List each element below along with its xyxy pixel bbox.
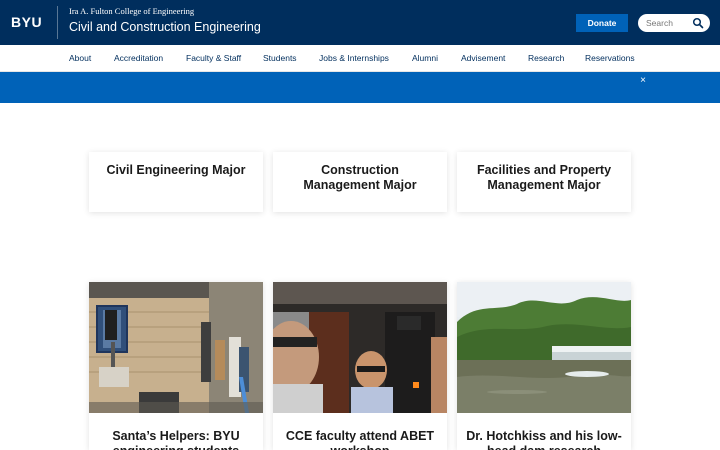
news-card-abet-workshop[interactable]: CCE faculty attend ABET workshop <box>273 282 447 450</box>
main-nav: About Accreditation Faculty & Staff Stud… <box>0 45 720 72</box>
major-card-civil[interactable]: Civil Engineering Major <box>89 152 263 212</box>
nav-item-students[interactable]: Students <box>263 53 297 63</box>
nav-item-reservations[interactable]: Reservations <box>585 53 635 63</box>
major-card-facilities[interactable]: Facilities and Property Management Major <box>457 152 631 212</box>
nav-item-research[interactable]: Research <box>528 53 564 63</box>
header-divider <box>57 6 58 39</box>
search-box[interactable] <box>638 14 710 32</box>
news-card-santas-helpers[interactable]: Santa’s Helpers: BYU engineering student… <box>89 282 263 450</box>
nav-item-alumni[interactable]: Alumni <box>412 53 438 63</box>
major-card-title: Civil Engineering Major <box>106 163 246 177</box>
search-input[interactable] <box>646 17 694 29</box>
nav-item-accreditation[interactable]: Accreditation <box>114 53 163 63</box>
news-card-low-head-dam[interactable]: Dr. Hotchkiss and his low-head dam resea… <box>457 282 631 450</box>
college-name[interactable]: Ira A. Fulton College of Engineering <box>69 6 194 16</box>
department-title[interactable]: Civil and Construction Engineering <box>69 20 261 34</box>
major-card-title: Facilities and Property Management Major <box>476 163 612 192</box>
news-image-house-volunteers[interactable] <box>89 282 263 413</box>
alert-banner: × <box>0 72 720 103</box>
news-image-low-head-dam[interactable] <box>457 282 631 413</box>
close-icon[interactable]: × <box>637 75 649 87</box>
nav-item-advisement[interactable]: Advisement <box>461 53 505 63</box>
news-card-title: Santa’s Helpers: BYU engineering student… <box>112 429 240 450</box>
news-card-title: CCE faculty attend ABET workshop <box>285 429 435 450</box>
site-header: BYU Ira A. Fulton College of Engineering… <box>0 0 720 45</box>
major-card-construction[interactable]: Construction Management Major <box>273 152 447 212</box>
donate-button[interactable]: Donate <box>576 14 628 32</box>
major-card-title: Construction Management Major <box>303 163 417 192</box>
news-card-title: Dr. Hotchkiss and his low-head dam resea… <box>466 429 622 450</box>
news-image-faculty-selfie[interactable] <box>273 282 447 413</box>
nav-item-faculty-staff[interactable]: Faculty & Staff <box>186 53 241 63</box>
nav-item-jobs-internships[interactable]: Jobs & Internships <box>319 53 389 63</box>
search-icon[interactable] <box>692 17 704 29</box>
byu-logo[interactable]: BYU <box>11 14 42 30</box>
nav-item-about[interactable]: About <box>69 53 91 63</box>
